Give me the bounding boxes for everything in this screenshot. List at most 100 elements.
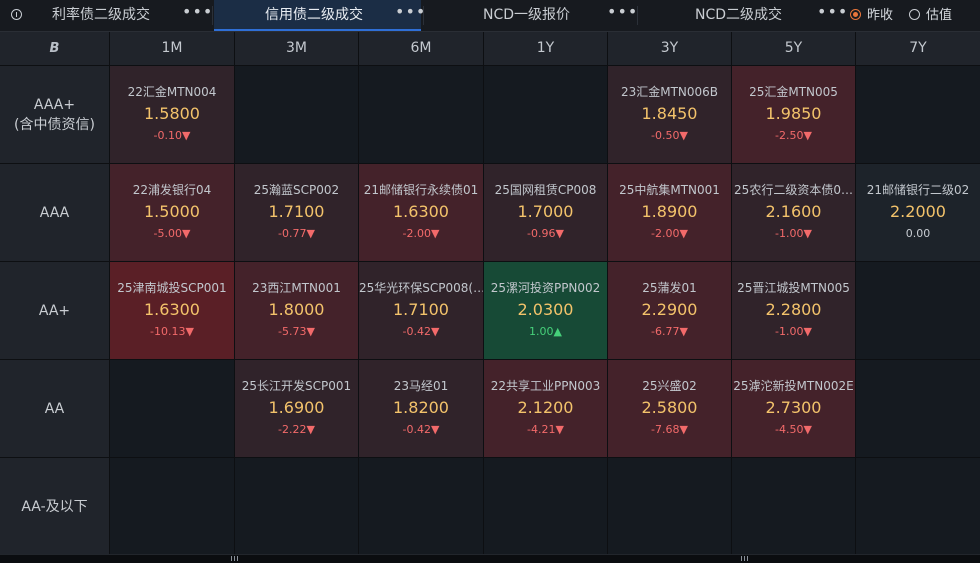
bond-change: -2.22▼	[278, 423, 315, 436]
resize-handle-icon[interactable]	[741, 556, 749, 561]
bond-name: 25长江开发SCP001	[241, 379, 352, 393]
bond-cell[interactable]: 22共享工业PPN003 2.1200 -4.21▼	[484, 360, 607, 457]
radio-valuation[interactable]	[909, 9, 920, 20]
bond-cell[interactable]: 25漯河投资PPN002 2.0300 1.00▲	[484, 262, 607, 359]
more-icon[interactable]: •••	[817, 0, 848, 27]
bond-name: 22汇金MTN004	[127, 85, 217, 99]
info-icon[interactable]	[11, 9, 22, 20]
bond-cell[interactable]: 22汇金MTN004 1.5800 -0.10▼	[110, 66, 234, 163]
bond-yield: 2.0300	[517, 300, 574, 319]
bond-change: -0.96▼	[527, 227, 564, 240]
bond-yield: 1.7000	[517, 202, 574, 221]
tab-divider	[637, 6, 638, 25]
empty-cell	[484, 66, 607, 163]
more-icon[interactable]: •••	[182, 0, 213, 27]
radio-prev-close[interactable]	[850, 9, 861, 20]
tab-ncd-secondary[interactable]: NCD二级成交 •••	[639, 0, 847, 31]
tab-divider	[212, 6, 213, 25]
tab-label: 利率债二级成交	[52, 7, 150, 23]
bond-cell[interactable]: 25蒲发01 2.2900 -6.77▼	[608, 262, 731, 359]
rating-label: AAA	[39, 204, 70, 221]
bond-yield: 1.7100	[268, 202, 325, 221]
bond-cell[interactable]: 22浦发银行04 1.5000 -5.00▼	[110, 164, 234, 261]
row-header-rating: AAA	[0, 164, 109, 261]
tab-ncd-primary-quote[interactable]: NCD一级报价 •••	[425, 0, 638, 31]
bond-yield: 2.7300	[765, 398, 822, 417]
column-header[interactable]: 5Y	[732, 32, 855, 65]
brand-logo-icon: B	[49, 41, 60, 56]
bond-cell[interactable]: 25国网租赁CP008 1.7000 -0.96▼	[484, 164, 607, 261]
tab-label: NCD一级报价	[483, 7, 571, 23]
header-corner: B	[0, 32, 109, 65]
rating-label: AAA+ (含中债资信)	[14, 96, 95, 133]
bond-change: 0.00	[905, 227, 931, 240]
bond-yield: 1.8900	[641, 202, 698, 221]
bond-name: 25滹沱新投MTN002E	[733, 379, 854, 393]
bond-name: 23汇金MTN006B	[620, 85, 719, 99]
bond-cell[interactable]: 25津南城投SCP001 1.6300 -10.13▼	[110, 262, 234, 359]
bond-cell[interactable]: 23西江MTN001 1.8000 -5.73▼	[235, 262, 358, 359]
bond-cell[interactable]: 25华光环保SCP008(… 1.7100 -0.42▼	[359, 262, 483, 359]
row-header-rating: AA+	[0, 262, 109, 359]
column-header[interactable]: 1Y	[484, 32, 607, 65]
bond-cell[interactable]: 25滹沱新投MTN002E 2.7300 -4.50▼	[732, 360, 855, 457]
empty-cell	[856, 360, 980, 457]
empty-cell	[856, 262, 980, 359]
bond-yield: 1.8200	[393, 398, 449, 417]
empty-cell	[110, 458, 234, 555]
column-header[interactable]: 3Y	[608, 32, 731, 65]
bond-cell[interactable]: 25兴盛02 2.5800 -7.68▼	[608, 360, 731, 457]
tab-rate-bond-secondary[interactable]: 利率债二级成交 •••	[32, 0, 213, 31]
bond-name: 25晋江城投MTN005	[737, 281, 850, 295]
radio-prev-close-label[interactable]: 昨收	[867, 0, 893, 31]
bond-name: 25漯河投资PPN002	[490, 281, 601, 295]
more-icon[interactable]: •••	[607, 0, 638, 27]
column-header[interactable]: 7Y	[856, 32, 980, 65]
bond-yield: 1.5000	[144, 202, 200, 221]
bond-cell[interactable]: 23马经01 1.8200 -0.42▼	[359, 360, 483, 457]
radio-valuation-label[interactable]: 估值	[926, 0, 952, 31]
bond-cell[interactable]: 25中航集MTN001 1.8900 -2.00▼	[608, 164, 731, 261]
tab-credit-bond-secondary[interactable]: 信用债二级成交 •••	[214, 0, 425, 31]
bond-cell[interactable]: 25瀚蓝SCP002 1.7100 -0.77▼	[235, 164, 358, 261]
bond-change: -2.00▼	[402, 227, 440, 240]
bond-yield: 1.5800	[144, 104, 200, 123]
bond-change: -0.10▼	[153, 129, 191, 142]
bond-cell[interactable]: 23汇金MTN006B 1.8450 -0.50▼	[608, 66, 731, 163]
bond-name: 25蒲发01	[642, 281, 697, 295]
column-header[interactable]: 6M	[359, 32, 483, 65]
bond-cell[interactable]: 25汇金MTN005 1.9850 -2.50▼	[732, 66, 855, 163]
bond-cell[interactable]: 25晋江城投MTN005 2.2800 -1.00▼	[732, 262, 855, 359]
bond-change: -4.50▼	[775, 423, 812, 436]
bond-name: 25瀚蓝SCP002	[253, 183, 340, 197]
bond-cell[interactable]: 21邮储银行二级02 2.2000 0.00	[856, 164, 980, 261]
column-header[interactable]: 1M	[110, 32, 234, 65]
bond-yield: 2.2800	[765, 300, 822, 319]
bond-yield: 1.9850	[765, 104, 822, 123]
bond-name: 25汇金MTN005	[749, 85, 838, 99]
bond-cell[interactable]: 21邮储银行永续债01 1.6300 -2.00▼	[359, 164, 483, 261]
empty-cell	[856, 66, 980, 163]
resize-handle-icon[interactable]	[231, 556, 239, 561]
empty-cell	[110, 360, 234, 457]
bond-cell[interactable]: 25长江开发SCP001 1.6900 -2.22▼	[235, 360, 358, 457]
bond-change: -0.77▼	[278, 227, 315, 240]
bond-yield: 1.6300	[144, 300, 200, 319]
bond-name: 23马经01	[393, 379, 449, 393]
bond-yield: 1.8450	[641, 104, 698, 123]
credit-bond-matrix: B 1M 3M 6M 1Y 3Y 5Y 7Y AAA+ (含中债资信) 22汇金MTN004 1.5…	[0, 32, 980, 555]
bond-name: 22共享工业PPN003	[490, 379, 601, 393]
bond-change: -1.00▼	[775, 227, 812, 240]
bond-cell[interactable]: 25农行二级资本债0… 2.1600 -1.00▼	[732, 164, 855, 261]
tab-divider	[423, 6, 424, 25]
tab-label: 信用债二级成交	[265, 7, 363, 23]
column-header[interactable]: 3M	[235, 32, 358, 65]
empty-cell	[235, 66, 358, 163]
bond-change: -0.50▼	[651, 129, 688, 142]
bond-yield: 2.1600	[765, 202, 822, 221]
bond-change: -2.00▼	[651, 227, 688, 240]
empty-cell	[359, 66, 483, 163]
more-icon[interactable]: •••	[395, 0, 426, 27]
bond-change: -6.77▼	[651, 325, 688, 338]
rating-label: AA+	[38, 302, 71, 319]
